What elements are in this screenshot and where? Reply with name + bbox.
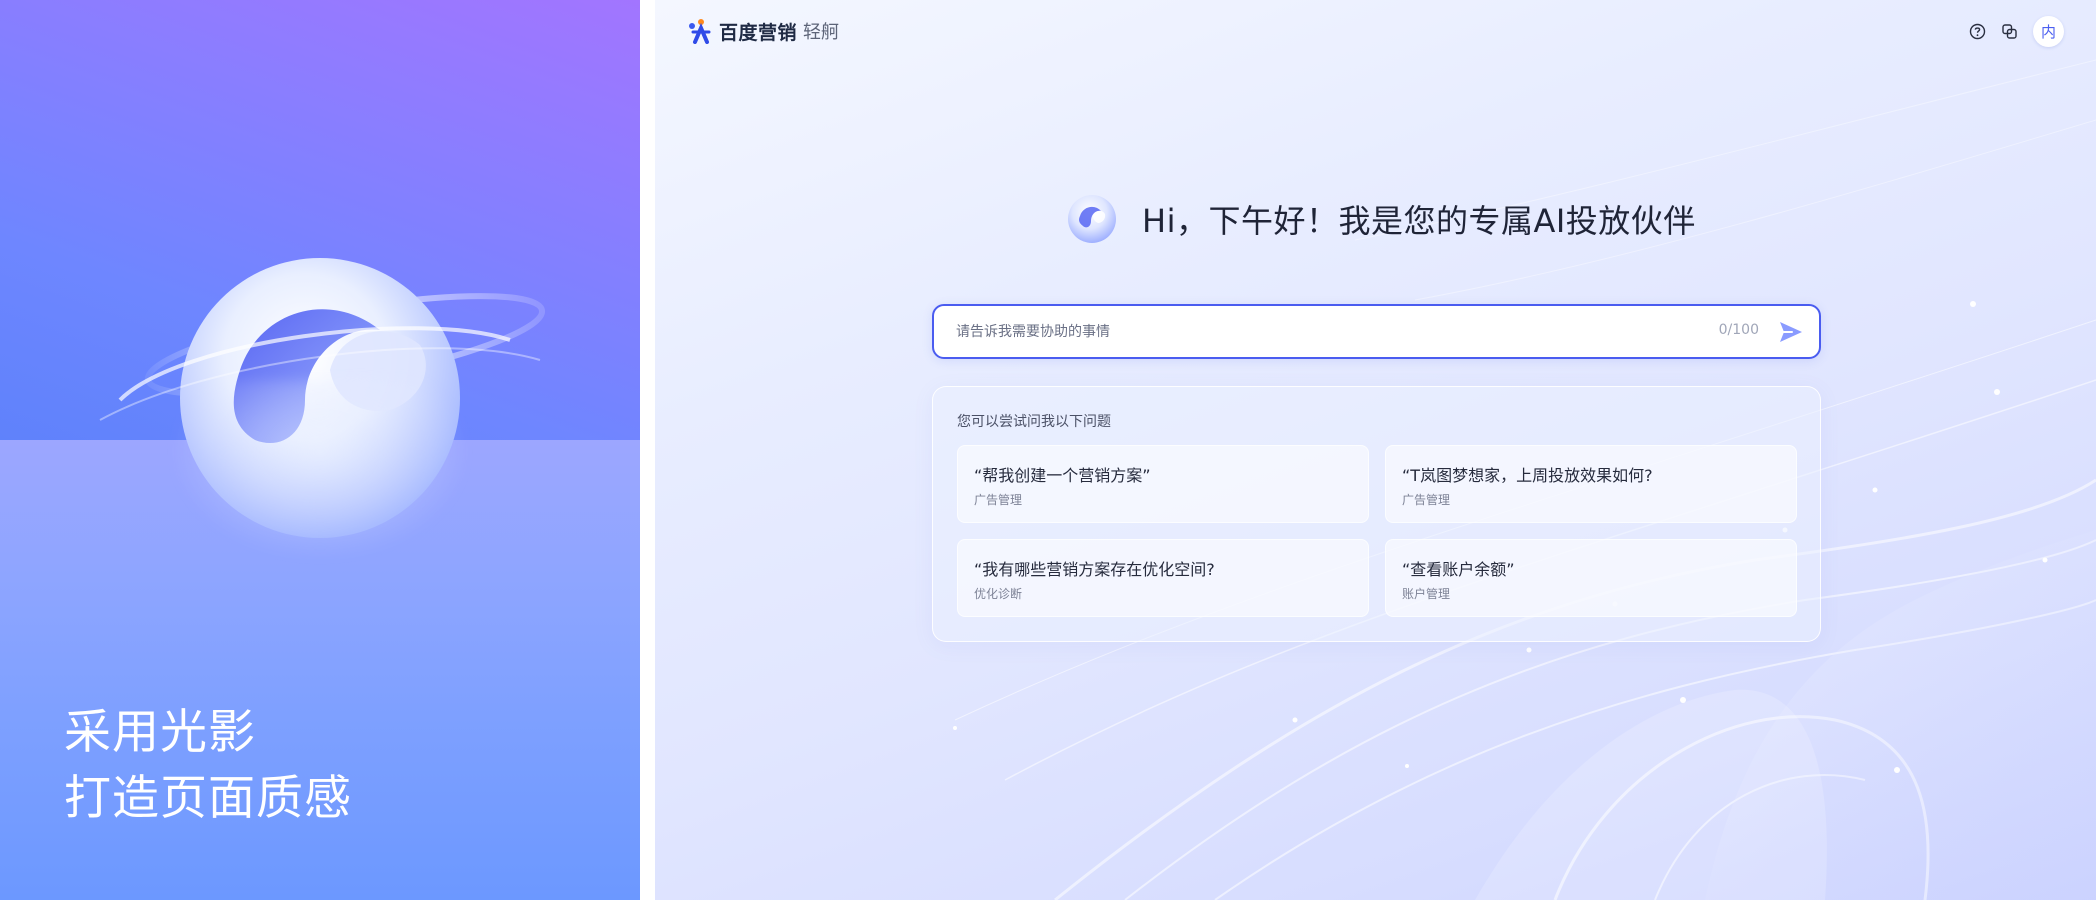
send-icon[interactable] (1777, 318, 1805, 346)
suggestion-item[interactable]: “T岚图梦想家，上周投放效果如何? 广告管理 (1385, 445, 1797, 523)
suggestion-tag: 优化诊断 (974, 587, 1023, 601)
suggestion-question: “T岚图梦想家，上周投放效果如何? (1402, 466, 1653, 485)
suggestion-item[interactable]: “我有哪些营销方案存在优化空间? 优化诊断 (957, 539, 1369, 617)
ask-box: 0/100 (932, 304, 1821, 359)
suggestion-item[interactable]: “查看账户余额” 账户管理 (1385, 539, 1797, 617)
greeting-text: Hi，下午好！我是您的专属AI投放伙伴 (1142, 202, 1696, 240)
slogan-line-1: 采用光影 (64, 705, 256, 760)
suggestion-item[interactable]: “帮我创建一个营销方案” 广告管理 (957, 445, 1369, 523)
ai-assistant-orb-icon (1068, 195, 1116, 243)
suggestion-question: “我有哪些营销方案存在优化空间? (974, 560, 1215, 579)
char-counter: 0/100 (1718, 322, 1759, 338)
help-button[interactable] (1967, 22, 1987, 42)
suggestion-tag: 账户管理 (1402, 587, 1451, 601)
product-name: 轻舸 (803, 22, 840, 43)
baidu-marketing-logo-icon (689, 19, 711, 44)
planet-reflection (170, 380, 470, 560)
suggestion-question: “帮我创建一个营销方案” (974, 466, 1151, 485)
ask-input[interactable] (956, 320, 1696, 344)
greeting: Hi，下午好！我是您的专属AI投放伙伴 (1067, 194, 1696, 244)
suggestions-panel: 您可以尝试问我以下问题 “帮我创建一个营销方案” 广告管理 “T岚图梦想家，上周… (932, 386, 1821, 642)
ai-assistant-app: 百度营销 轻舸 内 Hi，下午好！我是您的专属AI投放伙伴 请告诉我需要协助的事… (655, 0, 2096, 900)
showcase-slogan: 采用光影 打造页面质感 (64, 700, 352, 832)
brand-name: 百度营销 (719, 21, 798, 44)
avatar-text: 内 (2040, 23, 2056, 41)
user-avatar[interactable]: 内 (2033, 16, 2064, 47)
suggestions-title: 您可以尝试问我以下问题 (957, 414, 1111, 430)
switch-copy-icon (2001, 24, 2017, 39)
brand-logo[interactable]: 百度营销 轻舸 (687, 18, 839, 44)
top-bar: 百度营销 轻舸 内 (655, 0, 2096, 64)
suggestion-tag: 广告管理 (1402, 493, 1451, 507)
top-actions: 内 (1955, 16, 2064, 47)
showcase-panel: 采用光影 打造页面质感 (0, 0, 640, 900)
suggestion-question: “查看账户余额” (1402, 560, 1515, 579)
slogan-line-2: 打造页面质感 (64, 771, 352, 826)
help-icon (1969, 23, 1985, 40)
switch-button[interactable] (1999, 22, 2019, 42)
suggestion-tag: 广告管理 (974, 493, 1023, 507)
